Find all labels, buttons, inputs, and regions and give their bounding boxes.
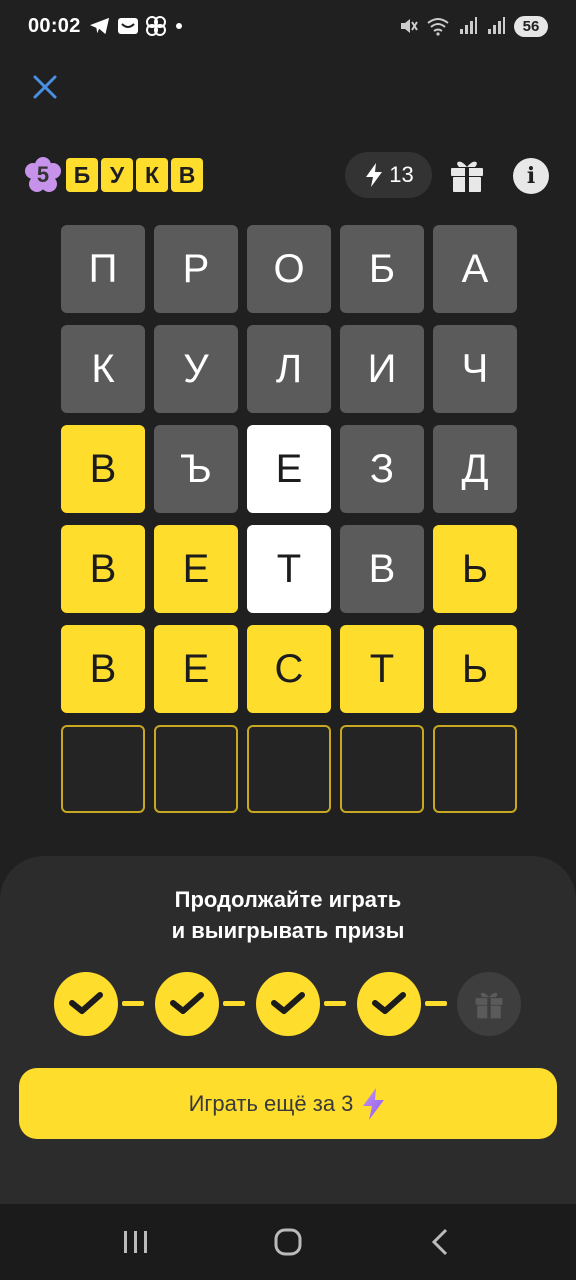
recent-apps-button[interactable]	[106, 1212, 166, 1272]
logo-letter: К	[136, 158, 168, 192]
letter-tile: Ь	[433, 625, 517, 713]
letter-tile: В	[61, 525, 145, 613]
logo-number: 5	[36, 162, 50, 187]
wifi-icon	[427, 18, 449, 36]
word-grid: ПРОБАКУЛИЧВЪЕЗДВЕТВЬВЕСТЬ	[61, 225, 517, 813]
lightning-icon	[366, 163, 383, 187]
play-again-button[interactable]: Играть ещё за 3	[19, 1068, 557, 1139]
empty-tile	[433, 725, 517, 813]
letter-tile: Л	[247, 325, 331, 413]
letter-tile: А	[433, 225, 517, 313]
progress-step-done	[155, 972, 219, 1036]
mail-icon	[117, 18, 138, 34]
progress-step-done	[256, 972, 320, 1036]
letter-tile: В	[61, 425, 145, 513]
sheet-title-line1: Продолжайте играть	[174, 887, 402, 912]
notification-icons	[89, 15, 185, 37]
empty-tile	[340, 725, 424, 813]
status-bar: 00:02 56	[0, 0, 576, 52]
letter-tile: Е	[154, 525, 238, 613]
telegram-icon	[89, 17, 109, 35]
prize-progress	[0, 972, 576, 1036]
signal-icon	[488, 17, 505, 34]
letter-tile: П	[61, 225, 145, 313]
gift-button[interactable]	[448, 156, 486, 194]
flower-badge-icon: 5	[24, 156, 62, 194]
letter-tile: Ь	[433, 525, 517, 613]
game-screen: 00:02 56 5 Б У К В 13 i П Р О Б А К У Л …	[0, 0, 576, 1280]
letter-tile: Е	[154, 625, 238, 713]
check-icon	[69, 992, 103, 1014]
battery-level: 56	[514, 15, 548, 37]
signal-icon	[460, 17, 477, 34]
letter-tile: Р	[154, 225, 238, 313]
pinwheel-icon	[145, 16, 166, 36]
system-nav-bar	[0, 1204, 576, 1280]
recent-apps-icon	[124, 1231, 147, 1253]
play-again-label: Играть ещё за 3	[188, 1090, 354, 1116]
check-icon	[170, 992, 204, 1014]
logo-word: Б У К В	[66, 158, 203, 192]
gift-icon	[475, 992, 503, 1019]
empty-tile	[247, 725, 331, 813]
logo-letter: В	[171, 158, 203, 192]
info-button[interactable]: i	[513, 158, 549, 194]
progress-connector	[122, 1001, 144, 1006]
progress-connector	[324, 1001, 346, 1006]
progress-step-reward	[457, 972, 521, 1036]
lightning-icon	[363, 1087, 385, 1120]
letter-tile: Ч	[433, 325, 517, 413]
letter-tile: К	[61, 325, 145, 413]
info-icon: i	[526, 163, 536, 189]
back-icon	[431, 1228, 448, 1256]
letter-tile: О	[247, 225, 331, 313]
letter-tile: Ъ	[154, 425, 238, 513]
home-icon	[274, 1228, 302, 1256]
close-icon	[33, 75, 57, 99]
status-time: 00:02	[28, 14, 81, 37]
system-icons: 56	[398, 15, 548, 37]
letter-tile: В	[340, 525, 424, 613]
logo-letter: У	[101, 158, 133, 192]
home-button[interactable]	[258, 1212, 318, 1272]
letter-tile: З	[340, 425, 424, 513]
check-icon	[271, 992, 305, 1014]
check-icon	[372, 992, 406, 1014]
progress-connector	[425, 1001, 447, 1006]
letter-tile: Т	[247, 525, 331, 613]
empty-tile	[61, 725, 145, 813]
letter-tile: Д	[433, 425, 517, 513]
letter-tile: В	[61, 625, 145, 713]
logo-letter: Б	[66, 158, 98, 192]
energy-counter-button[interactable]: 13	[345, 152, 432, 198]
close-button[interactable]	[26, 68, 64, 106]
letter-tile: Е	[247, 425, 331, 513]
game-logo: 5 Б У К В	[24, 156, 203, 194]
sheet-title-line2: и выигрывать призы	[171, 918, 405, 943]
letter-tile: У	[154, 325, 238, 413]
letter-tile: Т	[340, 625, 424, 713]
letter-tile: И	[340, 325, 424, 413]
letter-tile: С	[247, 625, 331, 713]
mute-icon	[401, 19, 418, 33]
dot-icon	[175, 23, 182, 29]
energy-count: 13	[389, 162, 414, 187]
gift-icon	[451, 161, 483, 192]
empty-tile	[154, 725, 238, 813]
progress-connector	[223, 1001, 245, 1006]
progress-step-done	[357, 972, 421, 1036]
progress-step-done	[54, 972, 118, 1036]
back-button[interactable]	[410, 1212, 470, 1272]
letter-tile: Б	[340, 225, 424, 313]
